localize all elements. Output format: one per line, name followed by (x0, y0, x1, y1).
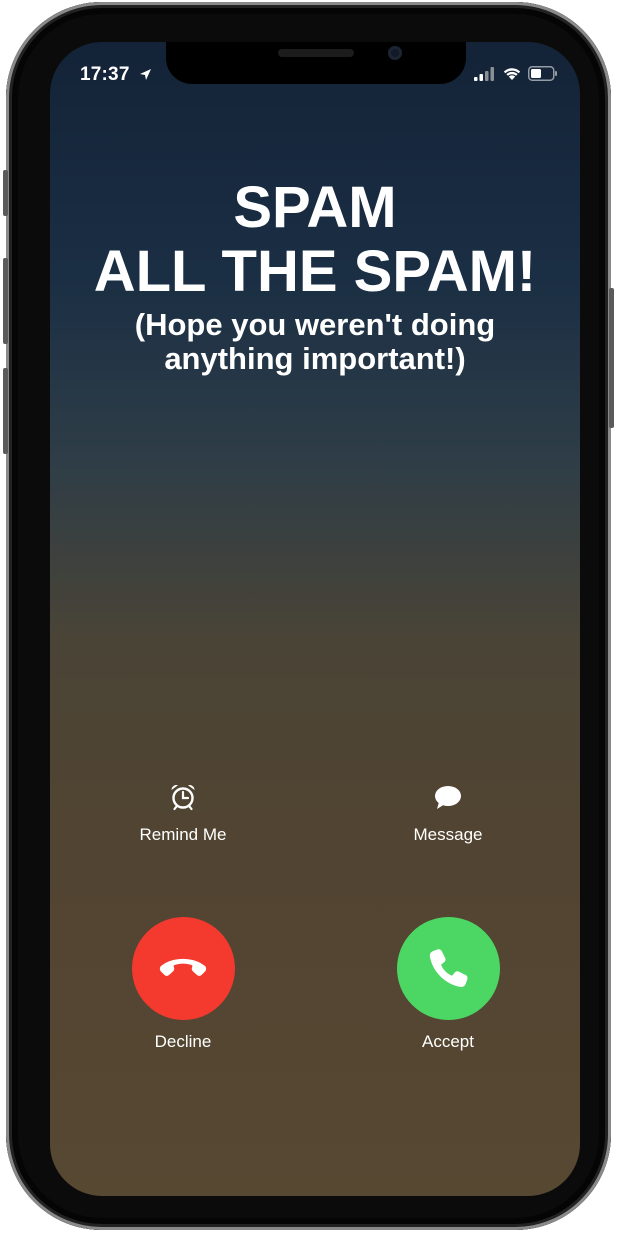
wifi-icon (503, 68, 521, 80)
remind-me-button[interactable]: Remind Me (93, 782, 273, 845)
status-indicators (474, 66, 558, 81)
front-camera (388, 46, 402, 60)
alarm-clock-icon (171, 784, 195, 811)
caller-name-line2: ALL THE SPAM! (93, 239, 537, 304)
location-arrow-icon (140, 69, 151, 80)
phone-icon (429, 948, 468, 987)
remind-me-label: Remind Me (139, 825, 227, 844)
message-button[interactable]: Message (358, 782, 538, 845)
message-label: Message (413, 825, 483, 844)
volume-up-button (3, 258, 8, 344)
caller-subtitle: (Hope you weren't doing anything importa… (50, 308, 580, 376)
volume-down-button (3, 368, 8, 454)
hang-up-phone-icon (159, 958, 207, 976)
message-bubble-icon (435, 786, 461, 809)
silent-switch (3, 170, 8, 216)
decline-button[interactable]: Decline (93, 917, 273, 1052)
caller-subtitle-line2: anything important!) (164, 341, 466, 376)
accept-circle[interactable] (396, 917, 500, 1020)
earpiece-speaker (278, 49, 354, 57)
decline-circle[interactable] (131, 917, 235, 1020)
caller-name-line1: SPAM (233, 175, 397, 240)
caller-headline: SPAM ALL THE SPAM! (Hope you weren't doi… (50, 176, 580, 376)
decline-label: Decline (154, 1032, 212, 1051)
accept-button[interactable]: Accept (358, 917, 538, 1052)
cellular-signal-icon (474, 66, 494, 81)
phone-frame: 17:37 SPAM ALL THE SPAM! (Hope you weren… (3, 2, 614, 1230)
notch (166, 42, 466, 84)
power-button (609, 288, 614, 428)
accept-label: Accept (422, 1032, 474, 1051)
battery-icon (528, 66, 557, 81)
caller-subtitle-line1: (Hope you weren't doing (134, 307, 496, 342)
status-time: 17:37 (80, 64, 130, 85)
incoming-call-screen: 17:37 SPAM ALL THE SPAM! (Hope you weren… (50, 42, 580, 1196)
